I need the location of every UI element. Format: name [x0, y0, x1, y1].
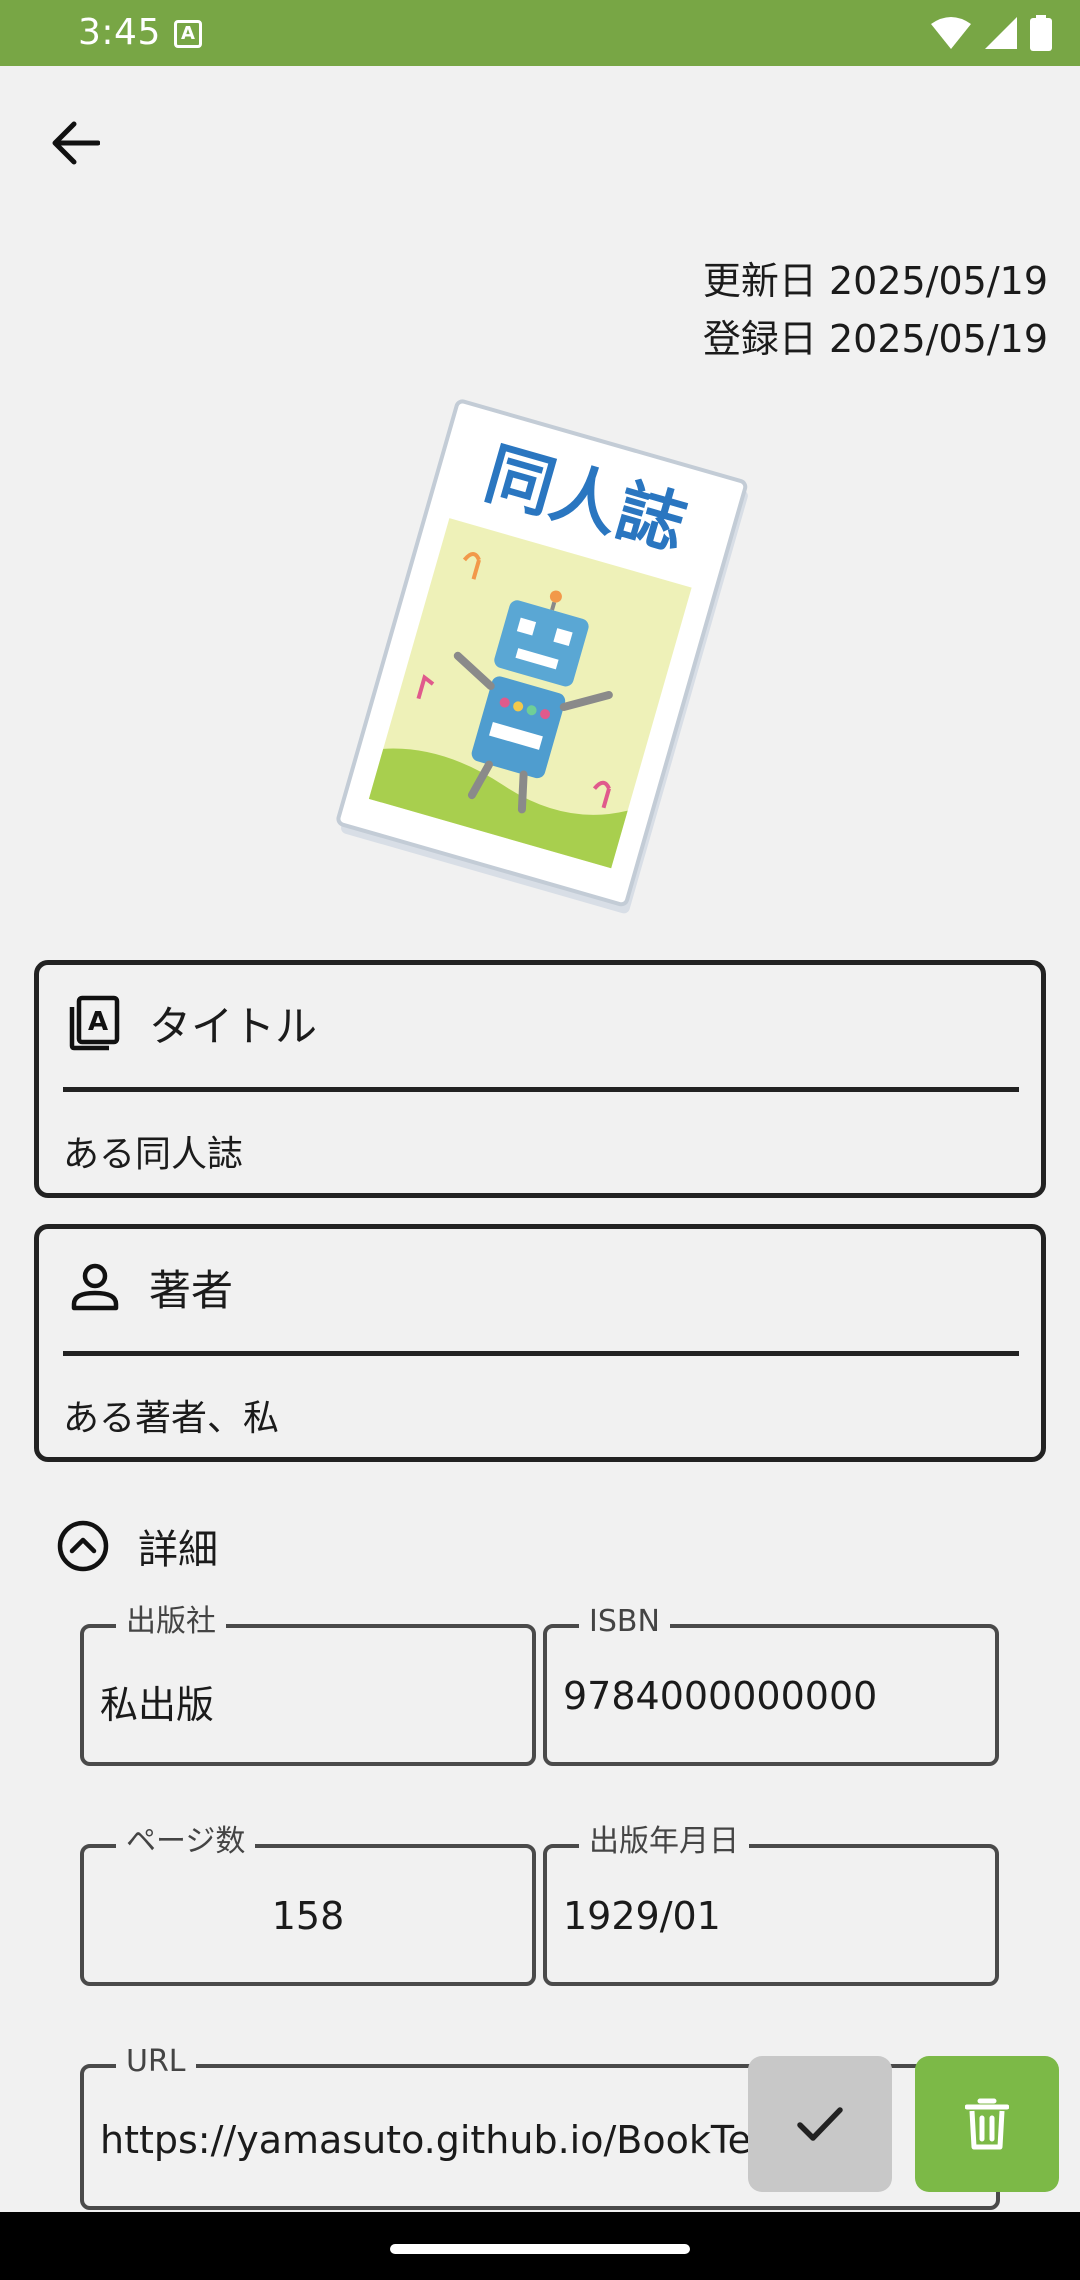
battery-icon — [1030, 15, 1052, 51]
notification-icon: A — [174, 20, 202, 48]
check-icon — [797, 2107, 843, 2141]
title-value[interactable]: ある同人誌 — [63, 1125, 243, 1177]
wifi-icon — [931, 17, 971, 49]
status-bar: 3:45 A — [0, 0, 1080, 66]
pub-date-label: 出版年月日 — [579, 1822, 749, 1862]
publisher-value[interactable]: 私出版 — [100, 1674, 214, 1729]
updated-date: 更新日 2025/05/19 — [702, 259, 1048, 303]
isbn-field[interactable]: ISBN 9784000000000 — [543, 1602, 999, 1766]
details-label: 詳細 — [138, 1527, 218, 1573]
chevron-up-circle-icon — [57, 1520, 109, 1572]
signal-icon — [985, 17, 1017, 49]
svg-text:A: A — [88, 1007, 108, 1037]
pages-value[interactable]: 158 — [84, 1894, 532, 1938]
author-card[interactable]: 著者 ある著者、私 — [34, 1224, 1046, 1462]
pub-date-value[interactable]: 1929/01 — [563, 1894, 721, 1938]
author-value[interactable]: ある著者、私 — [63, 1389, 279, 1441]
pages-field[interactable]: ページ数 158 — [80, 1822, 536, 1986]
title-card-header: A タイトル — [67, 987, 317, 1059]
author-divider — [63, 1351, 1019, 1356]
cover-image: 同人誌 — [336, 399, 748, 914]
publisher-field[interactable]: 出版社 私出版 — [80, 1602, 536, 1766]
person-icon — [67, 1259, 123, 1315]
author-label: 著者 — [149, 1265, 234, 1315]
publisher-label: 出版社 — [116, 1602, 226, 1642]
arrow-back-icon — [52, 121, 100, 165]
book-a-icon: A — [67, 995, 123, 1051]
isbn-label: ISBN — [579, 1602, 670, 1642]
title-card[interactable]: A タイトル ある同人誌 — [34, 960, 1046, 1198]
isbn-value[interactable]: 9784000000000 — [563, 1674, 877, 1718]
trash-icon — [965, 2098, 1009, 2150]
pages-label: ページ数 — [116, 1822, 256, 1862]
navigation-bar — [0, 2212, 1080, 2280]
url-label: URL — [116, 2042, 196, 2082]
status-icons — [930, 14, 1052, 52]
title-label: タイトル — [149, 1001, 318, 1051]
registered-date: 登録日 2025/05/19 — [702, 317, 1048, 361]
date-block: 更新日 2025/05/19 登録日 2025/05/19 — [703, 252, 1048, 368]
home-gesture-handle[interactable] — [390, 2244, 690, 2254]
confirm-button[interactable] — [748, 2056, 892, 2192]
delete-button[interactable] — [915, 2056, 1059, 2192]
title-divider — [63, 1087, 1019, 1092]
details-toggle[interactable]: 詳細 — [56, 1514, 218, 1578]
pub-date-field[interactable]: 出版年月日 1929/01 — [543, 1822, 999, 1986]
author-card-header: 著者 — [67, 1251, 233, 1323]
back-button[interactable] — [42, 110, 108, 176]
status-time: 3:45 — [78, 12, 161, 53]
